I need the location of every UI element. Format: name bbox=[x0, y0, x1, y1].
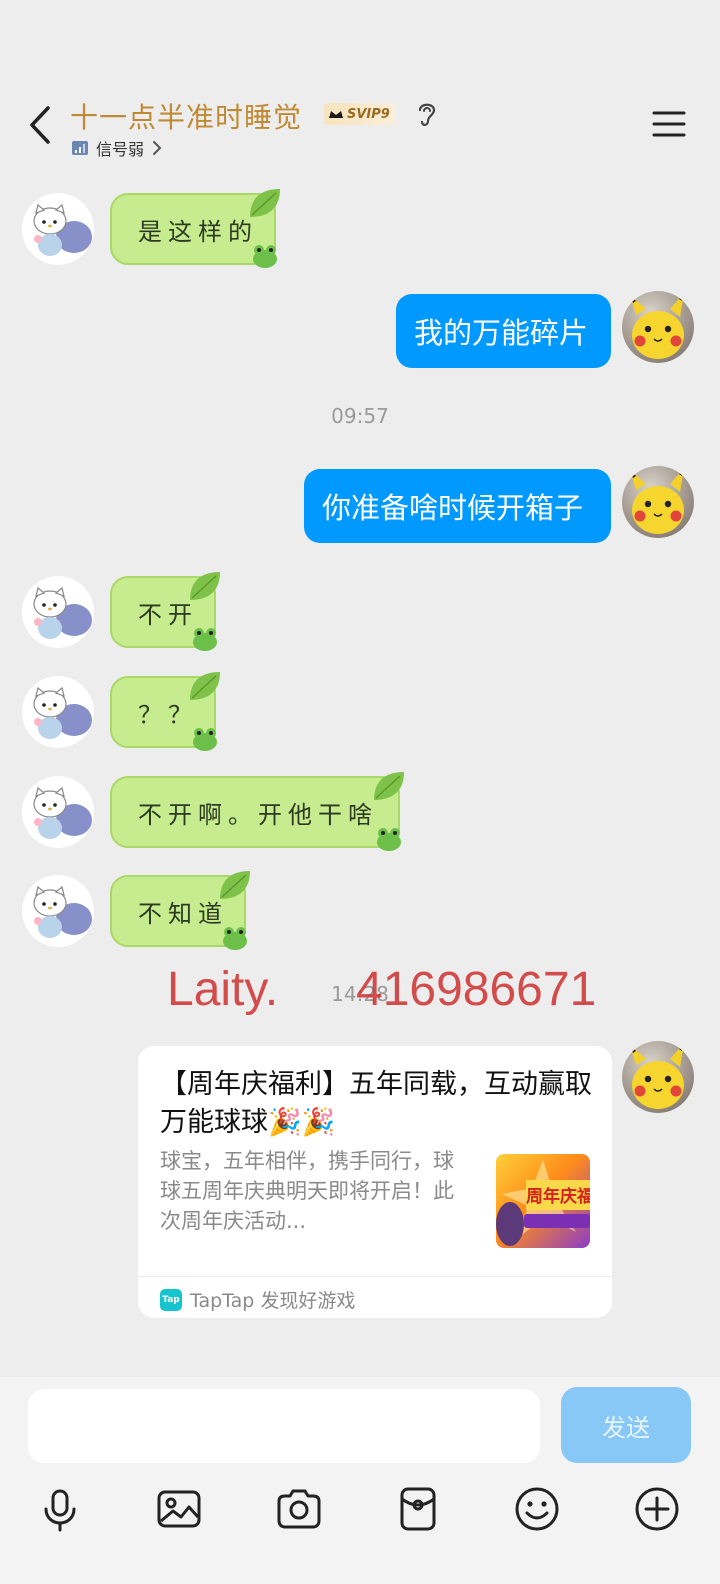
message-text: 是这样的 bbox=[138, 217, 258, 246]
back-arrow-icon[interactable] bbox=[22, 100, 62, 150]
frog-icon bbox=[377, 828, 401, 851]
svip-badge: SVIP9 bbox=[324, 103, 396, 125]
message-bubble[interactable]: 不知道 bbox=[110, 871, 250, 950]
frog-icon bbox=[193, 728, 217, 751]
pikachu-avatar-icon bbox=[630, 293, 684, 359]
ear-icon[interactable] bbox=[414, 99, 440, 129]
crown-icon bbox=[329, 111, 343, 118]
taptap-logo-icon: Tap bbox=[160, 1288, 182, 1311]
hello-kitty-avatar-icon bbox=[33, 586, 92, 639]
contact-avatar[interactable] bbox=[22, 576, 94, 648]
hello-kitty-avatar-icon bbox=[33, 885, 92, 938]
network-status[interactable]: 信号弱 bbox=[72, 136, 162, 160]
hello-kitty-avatar-icon bbox=[33, 686, 92, 739]
my-avatar[interactable] bbox=[622, 1041, 694, 1113]
contact-avatar[interactable] bbox=[22, 676, 94, 748]
red-packet-icon[interactable] bbox=[394, 1485, 442, 1533]
my-avatar[interactable] bbox=[622, 291, 694, 363]
hello-kitty-avatar-icon bbox=[33, 203, 92, 256]
network-status-label: 信号弱 bbox=[96, 140, 145, 159]
message-bubble[interactable]: ？？ bbox=[110, 672, 220, 751]
share-card-description: 球宝，五年相伴，携手同行，球球五周年庆典明天即将开启！此次周年庆活动... bbox=[160, 1149, 454, 1233]
leaf-icon bbox=[220, 871, 250, 899]
chat-header: 十一点半准时睡觉 SVIP9 信号弱 bbox=[0, 0, 720, 165]
message-bubble[interactable]: 我的万能碎片 bbox=[396, 294, 611, 368]
leaf-icon bbox=[190, 672, 220, 700]
signal-icon bbox=[72, 141, 88, 155]
svip-badge-label: SVIP9 bbox=[347, 106, 390, 122]
chat-title[interactable]: 十一点半准时睡觉 bbox=[70, 96, 302, 136]
menu-icon[interactable] bbox=[652, 110, 686, 138]
message-bubble[interactable]: 你准备啥时候开箱子 bbox=[304, 469, 611, 543]
message-text: 我的万能碎片 bbox=[414, 316, 589, 350]
share-card[interactable]: 【周年庆福利】五年同载，互动赢取万能球球🎉🎉 球宝，五年相伴，携手同行，球球五周… bbox=[138, 1046, 612, 1318]
image-icon[interactable] bbox=[155, 1485, 203, 1533]
watermark-text: Laity. bbox=[167, 963, 279, 1016]
frog-icon bbox=[193, 628, 217, 651]
emoji-icon[interactable] bbox=[513, 1485, 561, 1533]
microphone-icon[interactable] bbox=[36, 1485, 84, 1533]
frog-icon bbox=[253, 245, 277, 268]
share-card-thumbnail-text: 周年庆福 bbox=[526, 1187, 590, 1207]
leaf-icon bbox=[374, 772, 404, 800]
send-button[interactable]: 发送 bbox=[561, 1387, 691, 1463]
hello-kitty-avatar-icon bbox=[33, 786, 92, 839]
plus-icon[interactable] bbox=[633, 1485, 681, 1533]
contact-avatar[interactable] bbox=[22, 776, 94, 848]
share-card-source-label: TapTap 发现好游戏 bbox=[190, 1290, 356, 1312]
message-text: 你准备啥时候开箱子 bbox=[322, 491, 584, 525]
leaf-icon bbox=[250, 189, 280, 217]
message-input[interactable] bbox=[28, 1389, 540, 1463]
contact-avatar[interactable] bbox=[22, 875, 94, 947]
share-card-source: Tap TapTap 发现好游戏 bbox=[160, 1286, 355, 1313]
message-text: 不开啊。开他干啥 bbox=[138, 800, 378, 829]
message-bubble[interactable]: 是这样的 bbox=[110, 189, 280, 268]
pikachu-avatar-icon bbox=[630, 1043, 684, 1109]
message-bubble[interactable]: 不开 bbox=[110, 572, 220, 651]
watermark-number: 416986671 bbox=[356, 963, 597, 1016]
timestamp: 09:57 bbox=[331, 404, 389, 428]
input-bar: 发送 bbox=[0, 1377, 720, 1584]
pikachu-avatar-icon bbox=[630, 468, 684, 534]
frog-icon bbox=[223, 927, 247, 950]
my-avatar[interactable] bbox=[622, 466, 694, 538]
leaf-icon bbox=[190, 572, 220, 600]
contact-avatar[interactable] bbox=[22, 193, 94, 265]
chevron-right-icon bbox=[153, 141, 162, 155]
share-card-divider bbox=[138, 1276, 612, 1277]
camera-icon[interactable] bbox=[275, 1485, 323, 1533]
message-text: 不知道 bbox=[138, 899, 228, 928]
share-card-title: 【周年庆福利】五年同载，互动赢取万能球球🎉🎉 bbox=[160, 1069, 592, 1138]
message-bubble[interactable]: 不开啊。开他干啥 bbox=[110, 772, 404, 851]
share-card-thumbnail: 周年庆福 bbox=[496, 1154, 590, 1248]
